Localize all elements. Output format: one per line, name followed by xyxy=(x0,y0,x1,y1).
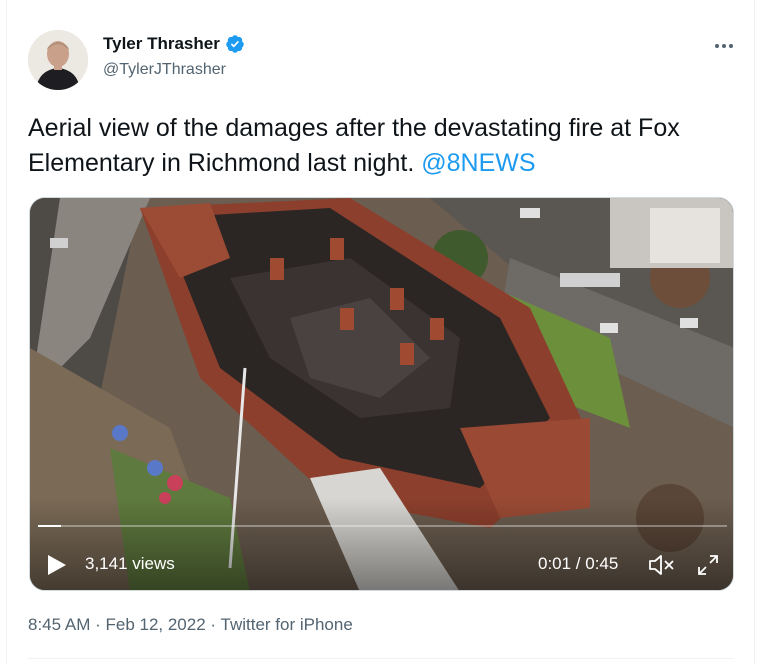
tweet-text: Aerial view of the damages after the dev… xyxy=(28,111,748,181)
meta-separator: · xyxy=(90,615,106,634)
author-row[interactable]: Tyler Thrasher xyxy=(103,34,245,54)
mute-icon[interactable] xyxy=(648,554,676,576)
video-player[interactable]: 3,141 views 0:01 / 0:45 xyxy=(29,197,734,591)
play-icon[interactable] xyxy=(46,553,68,577)
divider xyxy=(28,658,734,659)
verified-badge-icon xyxy=(226,35,244,53)
controls-overlay xyxy=(30,498,733,590)
tweet-source[interactable]: Twitter for iPhone xyxy=(221,615,353,634)
author-name[interactable]: Tyler Thrasher xyxy=(103,34,220,54)
tweet-body: Aerial view of the damages after the dev… xyxy=(28,114,680,177)
tweet-time[interactable]: 8:45 AM xyxy=(28,615,90,634)
tweet-date[interactable]: Feb 12, 2022 xyxy=(105,615,205,634)
meta-separator: · xyxy=(205,615,221,634)
video-progress-fill xyxy=(38,525,61,527)
author-handle[interactable]: @TylerJThrasher xyxy=(103,61,226,79)
view-count: 3,141 views xyxy=(85,554,175,573)
tweet-metadata: 8:45 AM · Feb 12, 2022 · Twitter for iPh… xyxy=(28,615,353,635)
avatar[interactable] xyxy=(28,30,88,90)
more-options-icon[interactable] xyxy=(712,36,736,56)
video-timer: 0:01 / 0:45 xyxy=(538,554,619,573)
mention-link[interactable]: @8NEWS xyxy=(421,149,535,177)
avatar-image xyxy=(28,30,88,90)
fullscreen-icon[interactable] xyxy=(696,553,720,577)
video-progress-bar[interactable] xyxy=(38,525,727,527)
